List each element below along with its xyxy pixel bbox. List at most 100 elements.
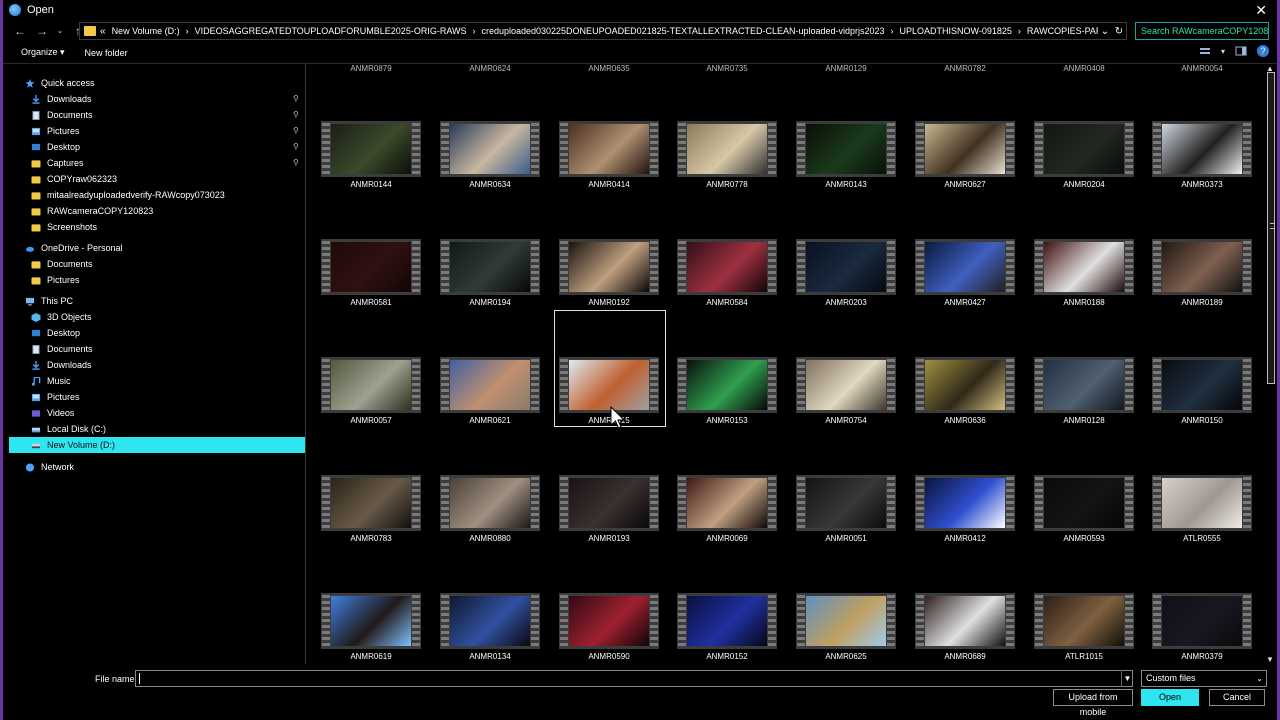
back-arrow-icon[interactable]: ← xyxy=(11,21,29,41)
breadcrumb-item[interactable]: New Volume (D:) xyxy=(112,26,180,36)
sidebar-item-pc-3d-objects[interactable]: 3D Objects xyxy=(31,309,92,325)
sidebar-item-pc-pictures[interactable]: Pictures xyxy=(31,389,80,405)
video-file-item[interactable]: ANMR0783 xyxy=(321,475,421,547)
view-dropdown-icon[interactable]: ▾ xyxy=(1221,47,1225,56)
video-file-item[interactable]: ANMR0069 xyxy=(677,475,777,547)
sidebar-item-pc-documents[interactable]: Documents xyxy=(31,341,93,357)
video-file-item[interactable]: ANMR0415 xyxy=(559,357,659,429)
video-file-item[interactable]: ANMR0144 xyxy=(321,121,421,193)
video-file-item[interactable]: ANMR0590 xyxy=(559,593,659,664)
video-file-item[interactable]: ANMR0880 xyxy=(440,475,540,547)
address-bar[interactable]: « New Volume (D:) › VIDEOSAGGREGATEDTOUPLO… xyxy=(79,22,1127,40)
sidebar-item-pc-videos[interactable]: Videos xyxy=(31,405,74,421)
chevron-down-icon[interactable]: ⌄ xyxy=(51,21,69,41)
refresh-icon[interactable]: ↻ xyxy=(1112,26,1126,37)
video-file-item[interactable]: ANMR0584 xyxy=(677,239,777,311)
video-file-item[interactable]: ANMR0621 xyxy=(440,357,540,429)
video-file-item[interactable]: ANMR0581 xyxy=(321,239,421,311)
sidebar-item-pictures[interactable]: Pictures xyxy=(31,123,80,139)
breadcrumb-separator-icon[interactable]: › xyxy=(472,26,475,36)
video-file-item[interactable]: ANMR0134 xyxy=(440,593,540,664)
breadcrumb-separator-icon[interactable]: › xyxy=(891,26,894,36)
video-file-item[interactable]: ANMR0189 xyxy=(1152,239,1252,311)
video-file-item[interactable]: ANMR0051 xyxy=(796,475,896,547)
organize-button[interactable]: Organize ▾ xyxy=(21,47,65,58)
video-file-item[interactable]: ANMR0414 xyxy=(559,121,659,193)
sidebar-item-pc-local-disk-c-[interactable]: Local Disk (C:) xyxy=(31,421,106,437)
video-file-item[interactable]: ANMR0627 xyxy=(915,121,1015,193)
video-file-item[interactable]: ANMR0150 xyxy=(1152,357,1252,429)
video-file-item[interactable]: ANMR0689 xyxy=(915,593,1015,664)
sidebar-item-pc-music[interactable]: Music xyxy=(31,373,71,389)
sidebar-item-captures[interactable]: Captures xyxy=(31,155,84,171)
sidebar-item-rawcameracopy120823[interactable]: RAWcameraCOPY120823 xyxy=(31,203,153,219)
sidebar-item-network[interactable]: Network xyxy=(25,459,74,475)
video-file-item[interactable]: ANMR0153 xyxy=(677,357,777,429)
vertical-scrollbar[interactable]: ▲ ▼ xyxy=(1265,64,1277,664)
video-file-item[interactable]: ANMR0057 xyxy=(321,357,421,429)
new-folder-button[interactable]: New folder xyxy=(85,48,128,58)
video-file-item[interactable]: ANMR0194 xyxy=(440,239,540,311)
film-strip-thumbnail xyxy=(321,239,421,295)
video-file-item[interactable]: ANMR0193 xyxy=(559,475,659,547)
file-type-select[interactable]: Custom files ⌄ xyxy=(1141,670,1267,687)
sidebar-item-onedrive-pictures[interactable]: Pictures xyxy=(31,272,80,288)
video-file-item[interactable]: ANMR0412 xyxy=(915,475,1015,547)
breadcrumb-item[interactable]: VIDEOSAGGREGATEDTOUPLOADFORUMBLE2025-ORI… xyxy=(195,26,467,36)
search-input[interactable]: Search RAWcameraCOPY1208... xyxy=(1135,22,1269,40)
video-file-item[interactable]: ANMR0754 xyxy=(796,357,896,429)
sidebar-item-downloads[interactable]: Downloads xyxy=(31,91,92,107)
video-file-item[interactable]: ANMR0625 xyxy=(796,593,896,664)
video-file-item[interactable]: ANMR0152 xyxy=(677,593,777,664)
video-file-item[interactable]: ANMR0593 xyxy=(1034,475,1134,547)
sidebar-item-screenshots[interactable]: Screenshots xyxy=(31,219,97,235)
folder-icon xyxy=(31,159,41,168)
video-file-item[interactable]: ANMR0636 xyxy=(915,357,1015,429)
preview-pane-icon[interactable] xyxy=(1235,45,1247,57)
video-file-item[interactable]: ANMR0203 xyxy=(796,239,896,311)
sidebar-item-desktop[interactable]: Desktop xyxy=(31,139,80,155)
sidebar-item-documents[interactable]: Documents xyxy=(31,107,93,123)
video-file-item[interactable]: ATLR1015 xyxy=(1034,593,1134,664)
video-file-item[interactable]: ANMR0143 xyxy=(796,121,896,193)
sidebar-item-copyraw062323[interactable]: COPYraw062323 xyxy=(31,171,117,187)
upload-from-mobile-button[interactable]: Upload from mobile xyxy=(1053,689,1133,717)
video-file-item[interactable]: ANMR0204 xyxy=(1034,121,1134,193)
sidebar-item-mitaalreadyuploadedverify-rawcopy073023[interactable]: mitaalreadyuploadedverify-RAWcopy073023 xyxy=(31,187,225,203)
open-button[interactable]: Open xyxy=(1141,689,1199,706)
breadcrumb-separator-icon[interactable]: › xyxy=(186,26,189,36)
video-file-item[interactable]: ANMR0192 xyxy=(559,239,659,311)
video-preview-frame xyxy=(806,124,886,174)
sidebar-item-pc-new-volume-d-[interactable]: New Volume (D:) xyxy=(9,437,305,453)
video-file-item[interactable]: ANMR0634 xyxy=(440,121,540,193)
file-name-dropdown-icon[interactable]: ▼ xyxy=(1121,670,1133,687)
forward-arrow-icon[interactable]: → xyxy=(33,21,51,41)
video-file-item[interactable]: ANMR0379 xyxy=(1152,593,1252,664)
change-view-icon[interactable] xyxy=(1199,45,1211,57)
cancel-button[interactable]: Cancel xyxy=(1209,689,1265,706)
video-file-item[interactable]: ANMR0619 xyxy=(321,593,421,664)
sidebar-item-pc-downloads[interactable]: Downloads xyxy=(31,357,92,373)
video-file-item[interactable]: ANMR0778 xyxy=(677,121,777,193)
video-file-item[interactable]: ANMR0188 xyxy=(1034,239,1134,311)
sidebar-item-pc-desktop[interactable]: Desktop xyxy=(31,325,80,341)
breadcrumb-item[interactable]: UPLOADTHISNOW-091825 xyxy=(900,26,1012,36)
video-file-item[interactable]: ANMR0373 xyxy=(1152,121,1252,193)
breadcrumb-overflow[interactable]: « xyxy=(100,26,106,37)
scrollbar-thumb[interactable] xyxy=(1267,72,1275,384)
video-file-item[interactable]: ANMR0128 xyxy=(1034,357,1134,429)
sidebar-item-this-pc[interactable]: This PC xyxy=(25,293,73,309)
scroll-down-icon[interactable]: ▼ xyxy=(1266,655,1274,664)
sidebar-item-quick-access[interactable]: Quick access xyxy=(25,75,95,91)
file-name: ANMR0581 xyxy=(350,298,392,307)
video-file-item[interactable]: ATLR0555 xyxy=(1152,475,1252,547)
sidebar-item-onedrive[interactable]: OneDrive - Personal xyxy=(25,240,123,256)
sidebar-item-onedrive-documents[interactable]: Documents xyxy=(31,256,93,272)
address-dropdown-icon[interactable]: ⌄ xyxy=(1098,26,1112,37)
file-name-input[interactable] xyxy=(135,670,1133,687)
help-icon[interactable]: ? xyxy=(1257,45,1269,57)
close-icon[interactable]: ✕ xyxy=(1255,2,1267,19)
video-file-item[interactable]: ANMR0427 xyxy=(915,239,1015,311)
breadcrumb-separator-icon[interactable]: › xyxy=(1018,26,1021,36)
breadcrumb-item[interactable]: creduploaded030225DONEUPOADED021825-TEXT… xyxy=(481,26,884,36)
